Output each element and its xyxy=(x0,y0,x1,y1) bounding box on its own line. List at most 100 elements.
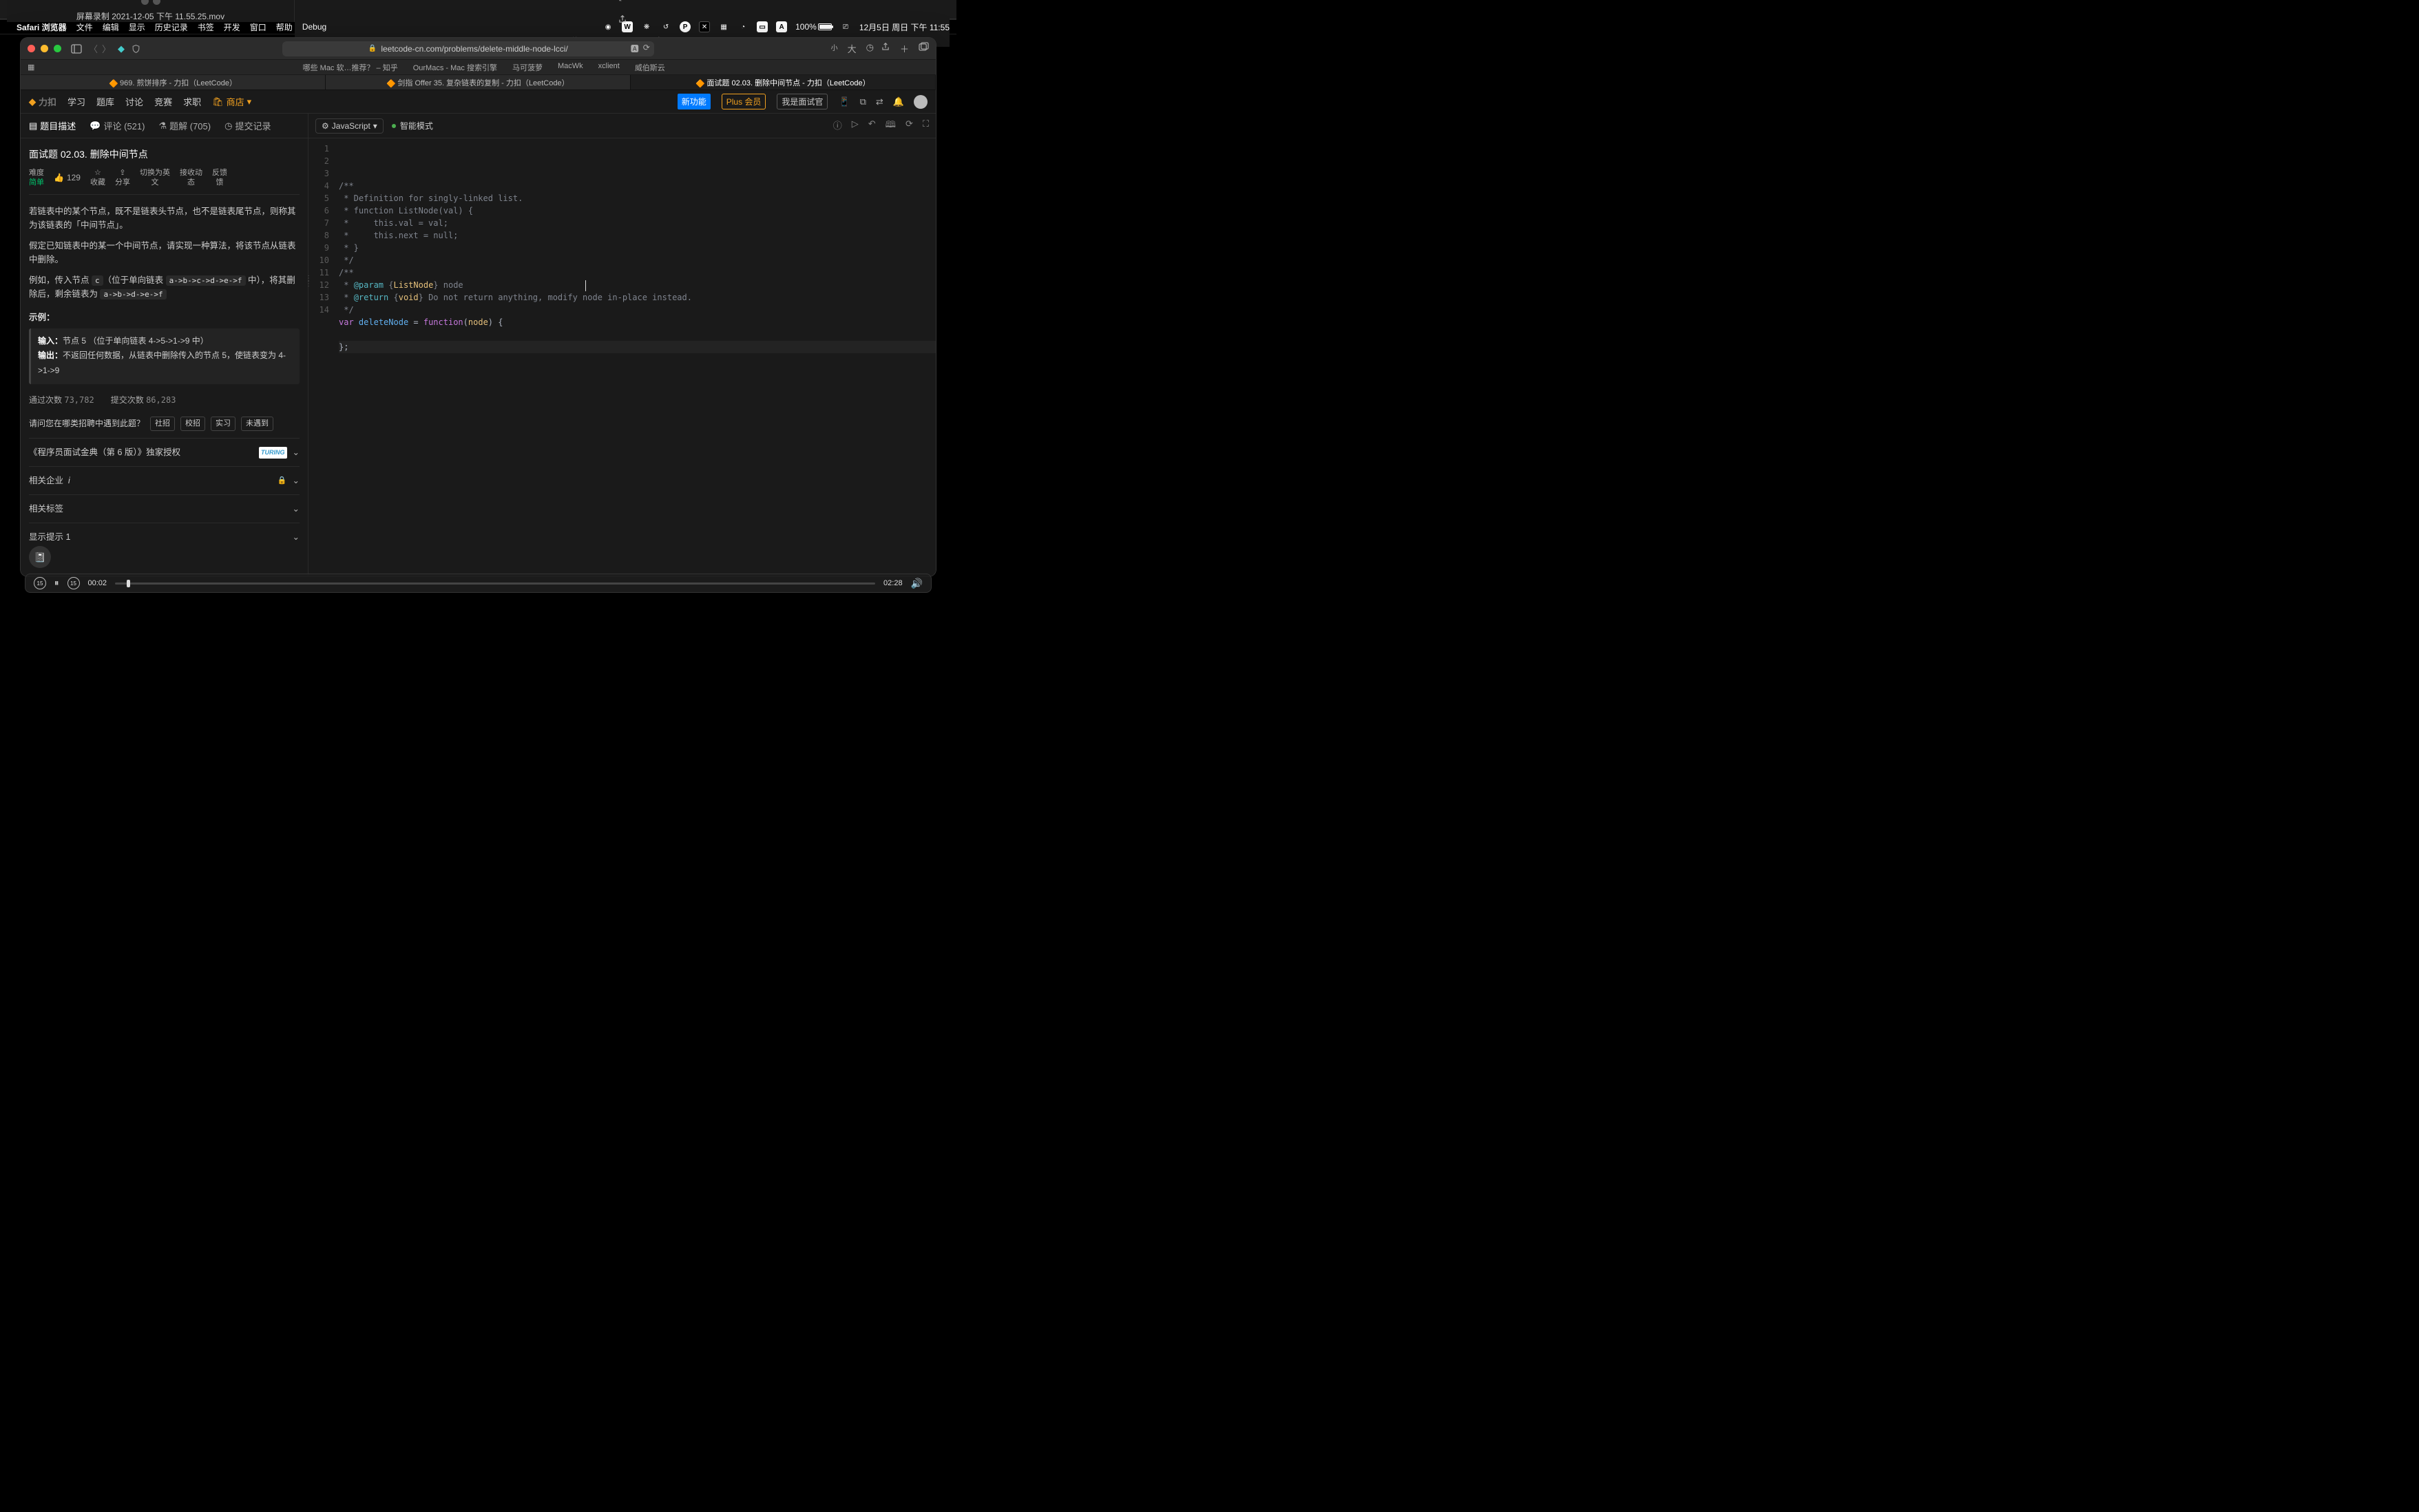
extension-icon[interactable]: ◆ xyxy=(118,43,125,54)
sidebar-toggle-icon[interactable] xyxy=(71,44,82,54)
menu-window[interactable]: 窗口 xyxy=(250,21,266,33)
info-icon[interactable]: ⓘ xyxy=(833,118,842,134)
menu-edit[interactable]: 编辑 xyxy=(103,21,119,33)
close-icon[interactable] xyxy=(141,0,149,5)
reset-icon[interactable]: ⟳ xyxy=(905,118,913,134)
favorite-link[interactable]: 哪些 Mac 软…推荐？ – 知乎 xyxy=(303,62,398,73)
fullscreen-icon[interactable]: ⛶ xyxy=(923,118,929,134)
browser-tab[interactable]: 🔶 剑指 Offer 35. 复杂链表的复制 - 力扣（LeetCode） xyxy=(326,75,631,90)
reload-icon[interactable]: ⟳ xyxy=(643,43,650,54)
favorite-link[interactable]: 马可菠萝 xyxy=(512,62,543,73)
menubar-clock[interactable]: 12月5日 周日 下午 11:55 xyxy=(859,21,950,33)
leetcode-logo[interactable]: ◆ 力扣 xyxy=(29,95,56,108)
wechat-icon[interactable]: ❋ xyxy=(641,21,652,32)
seek-knob[interactable] xyxy=(127,580,130,587)
notify-button[interactable]: 接收动 态 xyxy=(180,169,202,187)
plus-member-button[interactable]: Plus 会员 xyxy=(722,94,766,109)
new-feature-badge[interactable]: 新功能 xyxy=(678,94,711,109)
smart-mode[interactable]: 智能模式 xyxy=(392,120,433,132)
menu-history[interactable]: 历史记录 xyxy=(155,21,188,33)
layout-icon[interactable]: ⧉ xyxy=(860,96,866,107)
grid-icon[interactable]: ▦ xyxy=(718,21,729,32)
timemachine-icon[interactable]: ↺ xyxy=(660,21,671,32)
minimize-icon[interactable] xyxy=(41,45,48,52)
control-center-icon[interactable]: ⎚ xyxy=(840,21,851,32)
expand-icon[interactable]: ⤢ xyxy=(619,0,626,3)
notes-fab[interactable]: 📓 xyxy=(29,546,51,568)
switch-lang-button[interactable]: 切换为英 文 xyxy=(140,169,170,187)
text-small-icon[interactable]: 小 xyxy=(831,42,838,55)
tab-comments[interactable]: 💬 评论 (521) xyxy=(90,119,145,132)
chip-social[interactable]: 社招 xyxy=(150,417,175,432)
transfer-icon[interactable]: ⇄ xyxy=(876,96,883,107)
phone-icon[interactable]: 📱 xyxy=(839,96,850,107)
seek-slider[interactable] xyxy=(115,582,875,585)
share-icon[interactable] xyxy=(881,42,890,55)
share-button[interactable]: ⇪ 分享 xyxy=(115,169,130,187)
tab-description[interactable]: ▤ 题目描述 xyxy=(29,119,76,132)
input-icon[interactable]: A xyxy=(776,21,787,32)
show-hint-row[interactable]: 显示提示 1 ⌄ xyxy=(29,523,300,551)
battery-indicator[interactable]: 100% xyxy=(795,22,832,32)
traffic-lights[interactable] xyxy=(28,45,61,52)
nav-jobs[interactable]: 求职 xyxy=(183,95,201,108)
app-icon-p[interactable]: P xyxy=(680,21,691,32)
display-icon[interactable]: ▭ xyxy=(757,21,768,32)
skip-back-button[interactable]: 15 xyxy=(34,577,46,589)
forward-button[interactable]: 〉 xyxy=(102,42,111,55)
bell-icon[interactable]: 🔔 xyxy=(893,96,904,107)
zoom-icon[interactable] xyxy=(54,45,61,52)
nav-shop[interactable]: 🛍 商店 ▾ xyxy=(212,95,251,108)
favorite-link[interactable]: 威伯斯云 xyxy=(635,62,665,73)
record-icon[interactable]: ◉ xyxy=(603,21,614,32)
nav-discuss[interactable]: 讨论 xyxy=(125,95,143,108)
related-companies-row[interactable]: 相关企业 i 🔒 ⌄ xyxy=(29,466,300,494)
resize-handle-icon[interactable]: ⋮⋮ xyxy=(305,276,311,287)
code-area[interactable]: /** * Definition for singly-linked list.… xyxy=(336,138,936,576)
browser-tab[interactable]: 🔶 面试题 02.03. 删除中间节点 - 力扣（LeetCode） xyxy=(631,75,936,90)
url-bar[interactable]: 🔒 leetcode-cn.com/problems/delete-middle… xyxy=(282,41,654,56)
close-icon[interactable] xyxy=(28,45,35,52)
undo-icon[interactable]: ↶ xyxy=(868,118,876,134)
browser-tab[interactable]: 🔶 969. 煎饼排序 - 力扣（LeetCode） xyxy=(21,75,326,90)
text-big-icon[interactable]: 大 xyxy=(848,42,857,55)
menu-bookmarks[interactable]: 书签 xyxy=(198,21,214,33)
user-avatar[interactable] xyxy=(914,95,928,109)
nav-learn[interactable]: 学习 xyxy=(67,95,85,108)
related-tags-row[interactable]: 相关标签 ⌄ xyxy=(29,494,300,523)
chip-intern[interactable]: 实习 xyxy=(211,417,235,432)
feedback-button[interactable]: 反馈 馈 xyxy=(212,169,227,187)
chip-campus[interactable]: 校招 xyxy=(180,417,205,432)
pause-button[interactable]: ⏸ xyxy=(54,578,59,589)
app-icon-x[interactable]: ✕ xyxy=(699,21,710,32)
app-name[interactable]: Safari 浏览器 xyxy=(17,21,67,33)
shield-icon[interactable] xyxy=(132,44,140,54)
chip-none[interactable]: 未遇到 xyxy=(241,417,273,432)
tabs-overview-icon[interactable] xyxy=(919,42,929,55)
share-icon[interactable] xyxy=(618,14,627,24)
menu-debug[interactable]: Debug xyxy=(302,22,326,32)
volume-icon[interactable]: 🔊 xyxy=(911,578,923,589)
nav-contest[interactable]: 竞赛 xyxy=(154,95,172,108)
bookmark-icon[interactable]: 🕮 xyxy=(886,118,896,134)
nav-problems[interactable]: 题库 xyxy=(96,95,114,108)
minimize-icon[interactable] xyxy=(153,0,160,5)
favorite-link[interactable]: xclient xyxy=(598,62,620,73)
apps-grid-icon[interactable]: ▦ xyxy=(28,63,34,72)
menu-help[interactable]: 帮助 xyxy=(276,21,293,33)
back-button[interactable]: 〈 xyxy=(89,42,98,55)
favorite-link[interactable]: OurMacs - Mac 搜索引擎 xyxy=(413,62,497,73)
tab-submissions[interactable]: ◷ 提交记录 xyxy=(224,119,271,132)
menu-view[interactable]: 显示 xyxy=(129,21,145,33)
interviewer-button[interactable]: 我是面试官 xyxy=(777,94,828,109)
favorite-button[interactable]: ☆ 收藏 xyxy=(90,169,105,187)
run-icon[interactable]: ▷ xyxy=(852,118,859,134)
code-editor[interactable]: ⋮⋮ 1234567891011121314 /** * Definition … xyxy=(308,138,936,576)
clock-icon[interactable]: ◔ xyxy=(737,21,748,32)
tab-solutions[interactable]: ⚗ 题解 (705) xyxy=(158,119,211,132)
new-tab-icon[interactable]: ＋ xyxy=(900,42,909,55)
menu-file[interactable]: 文件 xyxy=(76,21,93,33)
book-row[interactable]: 《程序员面试金典（第 6 版）》独家授权 TURING ⌄ xyxy=(29,438,300,466)
history-icon[interactable]: ◷ xyxy=(866,42,874,55)
favorite-link[interactable]: MacWk xyxy=(558,62,583,73)
